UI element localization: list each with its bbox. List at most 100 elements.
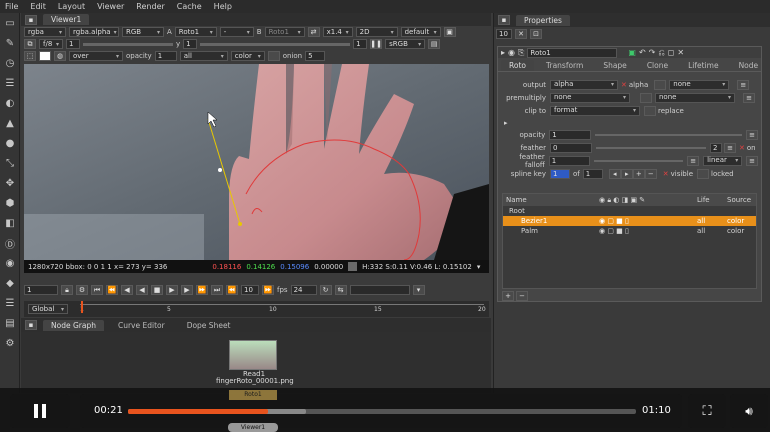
info-menu-icon[interactable]: ▾ (477, 263, 481, 271)
tab-viewer[interactable]: Viewer1 (43, 14, 90, 25)
step-back-icon[interactable]: ⏪ (226, 285, 238, 295)
table-row-selected[interactable]: Bezier1 ◉ ▢ ■ ▯ all color (503, 216, 756, 226)
add-shape-button[interactable]: + (502, 291, 514, 301)
next-key-icon[interactable]: ⏩ (196, 285, 208, 295)
node-name-field[interactable]: Roto1 (527, 47, 618, 58)
menu-layout[interactable]: Layout (53, 2, 92, 11)
output-dropdown[interactable]: alpha (550, 79, 618, 90)
read-node-thumbnail[interactable] (229, 340, 277, 370)
onion-field[interactable]: 5 (305, 51, 326, 61)
viewer-canvas[interactable] (24, 64, 489, 260)
play-forward-icon[interactable]: ▶ (166, 285, 178, 295)
bounce-icon[interactable]: ⇆ (334, 285, 347, 295)
redo-icon[interactable]: ↷ (649, 48, 656, 57)
remove-shape-button[interactable]: − (516, 291, 528, 301)
volume-button[interactable]: 🔊︎ (730, 394, 768, 428)
opacity-slider[interactable] (594, 133, 743, 136)
clip-dropdown[interactable]: format (550, 105, 640, 116)
feather-anim-icon[interactable]: ≡ (724, 142, 736, 153)
falloff-anim-icon[interactable]: ≡ (687, 155, 700, 166)
falloff-menu-icon[interactable]: ≡ (746, 155, 758, 166)
node-color-icon[interactable]: ▣ (628, 48, 636, 57)
expand-section-icon[interactable]: ▸ (504, 119, 508, 127)
play-backward-icon[interactable]: ◀ (136, 285, 148, 295)
progress-track[interactable] (128, 409, 636, 414)
step-field[interactable]: 10 (241, 285, 259, 295)
zoom-dropdown[interactable]: x1.4 (322, 27, 353, 37)
playback-settings-icon[interactable]: ⚙ (76, 285, 88, 295)
close-panel-icon[interactable]: ✕ (677, 48, 684, 57)
tab-roto[interactable]: Roto (501, 60, 534, 71)
output-checkbox-icon[interactable]: ✕ (621, 81, 627, 89)
colorspace-dropdown[interactable]: RGB (122, 27, 164, 37)
menu-viewer[interactable]: Viewer (92, 2, 131, 11)
channel-alpha-dropdown[interactable]: rgba.alpha (69, 27, 119, 37)
premult-none-dropdown[interactable]: none (655, 92, 735, 103)
pause-button[interactable] (10, 394, 70, 428)
tab-curve-editor[interactable]: Curve Editor (110, 320, 173, 331)
keyer-icon[interactable]: ● (0, 133, 20, 153)
locked-checkbox[interactable] (697, 168, 709, 179)
3d-icon[interactable]: ⬢ (0, 193, 20, 213)
output-none-dropdown[interactable]: none (669, 79, 730, 90)
feather-on-check-icon[interactable]: ✕ (739, 144, 745, 152)
channels-dropdown[interactable]: rgba (24, 27, 66, 37)
clear-panels-icon[interactable]: ✕ (515, 29, 527, 39)
swap-icon[interactable]: ⇄ (307, 27, 320, 37)
gamma-field[interactable]: 1 (353, 39, 368, 49)
color-swatch-icon[interactable] (39, 51, 51, 61)
visible-check-icon[interactable]: ✕ (663, 170, 669, 178)
stop-icon[interactable]: ■ (151, 285, 163, 295)
frame-field[interactable]: 1 (24, 285, 58, 295)
settings-icon[interactable]: ⚙ (0, 333, 20, 353)
output-extra-checkbox[interactable] (654, 79, 667, 90)
onion-check-icon[interactable] (267, 51, 280, 61)
feather-num-field[interactable]: 2 (710, 142, 722, 153)
pin-icon[interactable]: ▤ (428, 39, 441, 49)
panel-menu-icon[interactable]: ▪ (25, 14, 37, 25)
roto-node[interactable]: Roto1 (229, 390, 277, 400)
step-forward-icon[interactable]: ⏩ (262, 285, 274, 295)
tab-node-graph[interactable]: Node Graph (43, 319, 104, 331)
delete-key-icon[interactable]: − (644, 168, 657, 179)
premult-menu-icon[interactable]: ≡ (743, 92, 755, 103)
prev-frame-icon[interactable]: ◀ (121, 285, 133, 295)
timeline[interactable]: Global 1 5 10 15 20 (24, 301, 489, 317)
output-menu-icon[interactable]: ≡ (737, 79, 750, 90)
gamma-slider[interactable] (200, 42, 351, 46)
clip-warning-icon[interactable]: ⧉ (24, 39, 36, 49)
pause-icon[interactable]: ❚❚ (370, 39, 383, 49)
y-field[interactable]: 1 (183, 39, 198, 49)
table-row[interactable]: Palm ◉ ▢ ■ ▯ all color (503, 226, 756, 236)
tab-properties[interactable]: Properties (516, 14, 570, 26)
prev-key-icon[interactable]: ⏪ (106, 285, 118, 295)
range-mode-dropdown[interactable]: Global (28, 304, 68, 314)
opacity-field[interactable]: 1 (549, 129, 591, 140)
float-icon[interactable]: ◉ (508, 48, 515, 57)
other-icon[interactable]: ☰ (0, 293, 20, 313)
tab-clone[interactable]: Clone (639, 60, 676, 71)
next-key-icon[interactable]: ▸ (620, 168, 633, 179)
viewer-node[interactable]: Viewer1 (228, 423, 278, 432)
input-b-dropdown[interactable]: Roto1 (264, 27, 305, 37)
compare-dropdown[interactable]: - (219, 27, 254, 37)
falloff-type-dropdown[interactable]: linear (703, 155, 743, 166)
lock-icon[interactable]: ▣ (443, 27, 456, 37)
last-frame-icon[interactable]: ⏭ (211, 285, 223, 295)
loop-icon[interactable]: ↻ (319, 285, 332, 295)
tab-node[interactable]: Node (731, 60, 767, 71)
falloff-field[interactable]: 1 (548, 155, 590, 166)
float-panel-icon[interactable]: ◻ (668, 48, 675, 57)
max-panels-field[interactable]: 10 (496, 29, 512, 39)
all-dropdown[interactable]: all (179, 51, 228, 61)
next-frame-icon[interactable]: ▶ (181, 285, 193, 295)
tab-shape[interactable]: Shape (595, 60, 635, 71)
spline-total-field[interactable]: 1 (582, 168, 603, 179)
gain-field[interactable]: 1 (66, 39, 80, 49)
range-menu-icon[interactable]: ▾ (412, 285, 425, 295)
tab-lifetime[interactable]: Lifetime (680, 60, 726, 71)
fullscreen-button[interactable]: ⛶ (688, 394, 726, 428)
menu-help[interactable]: Help (209, 2, 239, 11)
overlay-dropdown[interactable]: over (69, 51, 123, 61)
opacity-anim-icon[interactable]: ≡ (746, 129, 759, 140)
